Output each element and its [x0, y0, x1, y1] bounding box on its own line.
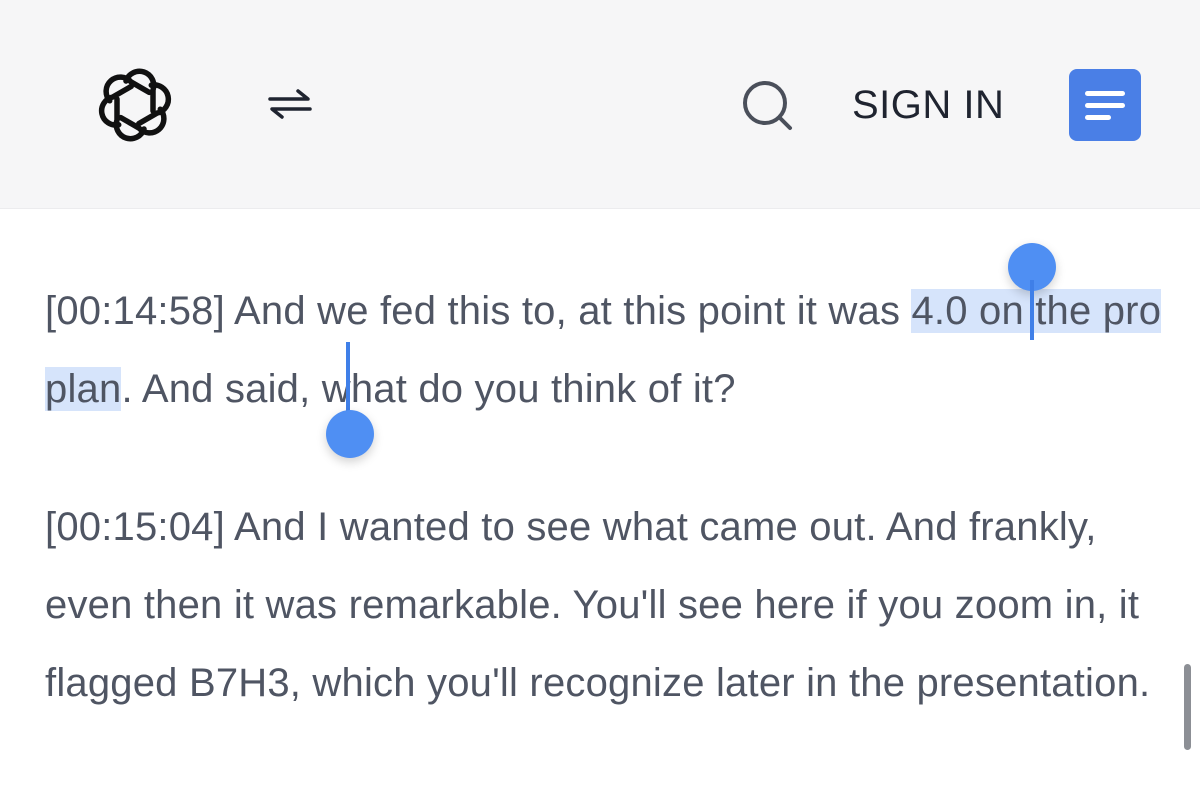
menu-button[interactable] [1069, 69, 1141, 141]
openai-logo-icon[interactable] [96, 66, 174, 144]
sign-in-link[interactable]: SIGN IN [852, 80, 1004, 130]
swap-arrows-icon[interactable] [266, 88, 314, 120]
selection-end-caret [346, 342, 350, 412]
page: SIGN IN [00:14:58] And we fed this to, a… [0, 0, 1200, 810]
transcript-text: And we fed this to, at this point it was [224, 289, 912, 333]
transcript-text: . And said, what do you think of it? [121, 367, 736, 411]
menu-icon [1085, 115, 1111, 120]
selection-start-caret [1030, 280, 1034, 340]
transcript-paragraph[interactable]: [00:14:58] And we fed this to, at this p… [45, 272, 1165, 428]
timestamp: [00:14:58] [45, 289, 225, 333]
top-bar: SIGN IN [0, 0, 1200, 209]
selection-end-handle[interactable] [326, 410, 374, 458]
menu-icon [1085, 91, 1125, 96]
transcript-body: [00:14:58] And we fed this to, at this p… [45, 272, 1165, 722]
timestamp: [00:15:04] [45, 505, 225, 549]
menu-icon [1085, 103, 1125, 108]
transcript-paragraph[interactable]: [00:15:04] And I wanted to see what came… [45, 488, 1165, 722]
search-icon[interactable] [740, 78, 796, 134]
scrollbar[interactable] [1184, 664, 1191, 750]
